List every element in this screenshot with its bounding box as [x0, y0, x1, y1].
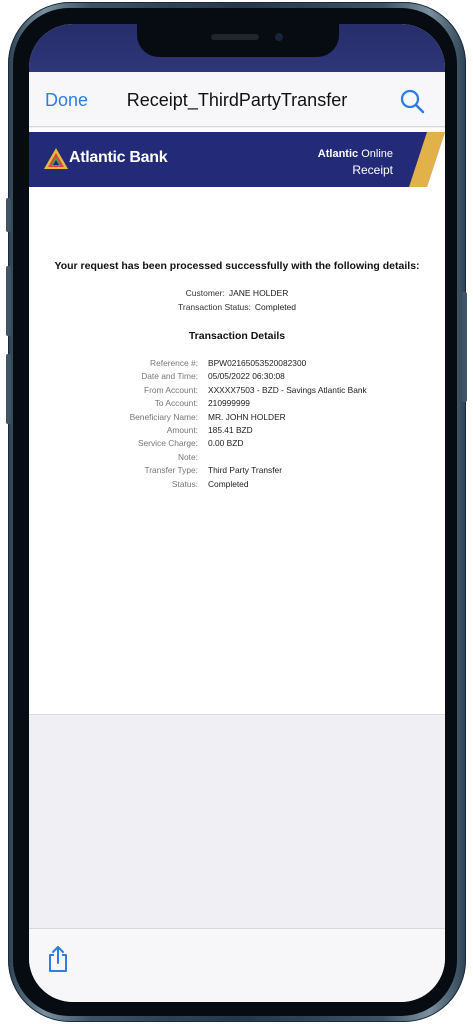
- front-camera: [275, 33, 283, 41]
- detail-label: Status:: [171, 478, 198, 489]
- atlantic-bank-logo-icon: [44, 148, 68, 169]
- detail-value: BPW02165053520082300: [208, 358, 307, 368]
- product-name-light: Online: [361, 148, 393, 160]
- volume-up-button: [6, 266, 11, 336]
- detail-label: To Account:: [154, 398, 198, 409]
- detail-label: Transfer Type:: [144, 465, 198, 476]
- receipt-label: Receipt: [352, 163, 393, 177]
- detail-label: Amount:: [166, 424, 198, 435]
- detail-value: 0.00 BZD: [208, 438, 244, 449]
- detail-value: 185.41 BZD: [208, 424, 253, 435]
- detail-value: 210999999: [208, 398, 250, 409]
- success-message: Your request has been processed successf…: [54, 260, 420, 272]
- detail-value: 05/05/2022 06:30:08: [208, 371, 285, 382]
- detail-value: XXXXX7503 - BZD - Savings Atlantic Bank: [208, 384, 367, 395]
- transaction-status-label: Transaction Status:: [177, 302, 251, 312]
- detail-row: Service Charge: 0.00 BZD: [29, 438, 445, 451]
- detail-row: To Account: 210999999: [29, 398, 445, 411]
- detail-label: Beneficiary Name:: [129, 411, 198, 422]
- customer-value: JANE HOLDER: [228, 288, 289, 298]
- power-button: [462, 292, 467, 402]
- detail-row: Note:: [29, 452, 445, 465]
- share-icon: [49, 946, 67, 972]
- document-title: Receipt_ThirdPartyTransfer: [126, 90, 348, 110]
- detail-row: Date and Time: 05/05/2022 06:30:08: [29, 371, 445, 384]
- customer-label: Customer:: [185, 288, 225, 298]
- product-name: Atlantic Online: [318, 148, 393, 160]
- mute-switch: [6, 198, 11, 232]
- detail-value: Completed: [208, 478, 249, 489]
- detail-label: Date and Time:: [141, 371, 198, 382]
- detail-row: Amount: 185.41 BZD: [29, 425, 445, 438]
- detail-row: Status: Completed: [29, 479, 445, 492]
- bottom-toolbar: [29, 928, 445, 1002]
- detail-label: Service Charge:: [137, 438, 198, 449]
- detail-row: Beneficiary Name: MR. JOHN HOLDER: [29, 412, 445, 425]
- transaction-status-value: Completed: [254, 302, 297, 312]
- detail-label: Reference #:: [150, 358, 198, 368]
- transaction-details-title: Transaction Details: [188, 330, 286, 342]
- navigation-bar: Done Receipt_ThirdPartyTransfer: [29, 72, 445, 127]
- magnifier-icon: [400, 89, 425, 114]
- receipt-document: Atlantic Bank Atlantic Online Receipt Yo…: [29, 128, 445, 715]
- bank-logo-text: Atlantic Bank: [69, 149, 168, 166]
- transaction-details: Reference #: BPW02165053520082300 Date an…: [29, 358, 445, 492]
- search-button[interactable]: [399, 88, 427, 116]
- detail-label: From Account:: [144, 384, 198, 395]
- transaction-status-line: Transaction Status: Completed: [29, 302, 445, 312]
- notch: [137, 24, 339, 57]
- detail-row: Transfer Type: Third Party Transfer: [29, 465, 445, 478]
- bank-header: Atlantic Bank Atlantic Online Receipt: [29, 132, 445, 187]
- share-button[interactable]: [46, 945, 70, 973]
- detail-value: Third Party Transfer: [208, 465, 283, 476]
- screen: Done Receipt_ThirdPartyTransfer Atlantic…: [29, 24, 445, 1002]
- detail-row: Reference #: BPW02165053520082300: [29, 358, 445, 371]
- detail-row: From Account: XXXXX7503 - BZD - Savings A…: [29, 385, 445, 398]
- detail-label: Note:: [177, 451, 198, 462]
- volume-down-button: [6, 354, 11, 424]
- detail-value: MR. JOHN HOLDER: [208, 411, 286, 422]
- customer-line: Customer: JANE HOLDER: [29, 288, 445, 298]
- product-name-bold: Atlantic: [317, 148, 359, 160]
- speaker-grille: [211, 34, 259, 40]
